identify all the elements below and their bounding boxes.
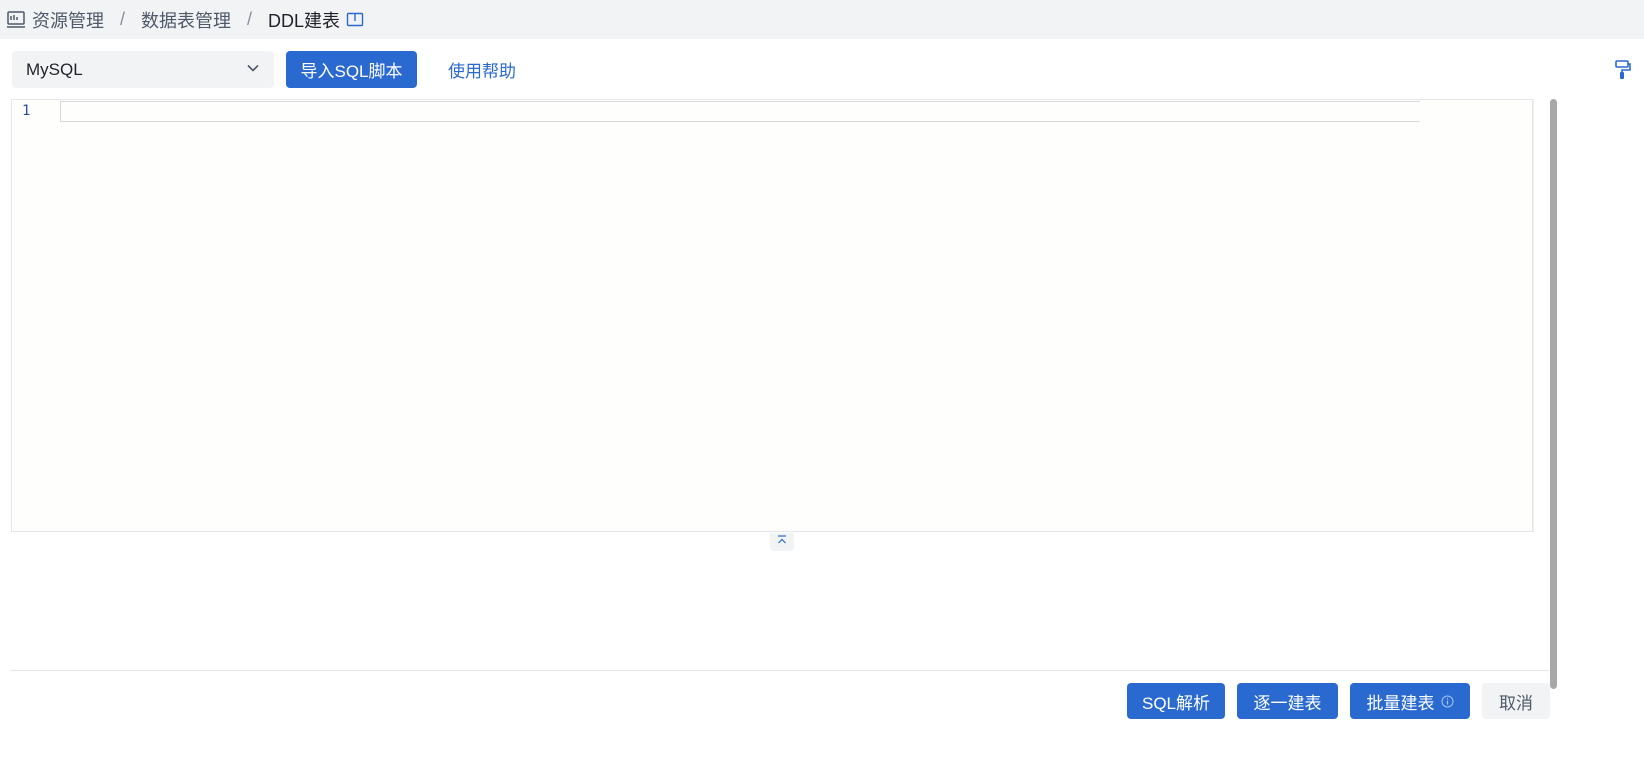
- import-sql-button[interactable]: 导入SQL脚本: [286, 51, 417, 88]
- breadcrumb-separator: /: [120, 9, 126, 29]
- collapse-panel-button[interactable]: [770, 533, 794, 551]
- page-scrollbar-thumb[interactable]: [1550, 99, 1557, 689]
- active-line[interactable]: [60, 101, 1420, 122]
- collapse-up-icon: [776, 533, 788, 551]
- footer-divider: [10, 670, 1550, 671]
- batch-create-button[interactable]: 批量建表: [1350, 683, 1470, 719]
- cancel-button[interactable]: 取消: [1482, 683, 1550, 719]
- batch-create-label: 批量建表: [1366, 693, 1435, 713]
- breadcrumb: 资源管理 / 数据表管理 / DDL建表: [0, 0, 1644, 39]
- doc-book-icon[interactable]: [346, 11, 364, 29]
- editor-toolbar: MySQL 导入SQL脚本 使用帮助: [12, 51, 1632, 89]
- chevron-down-icon: [246, 60, 260, 80]
- info-circle-icon: [1441, 695, 1454, 708]
- db-type-selected-value: MySQL: [26, 59, 83, 79]
- sql-editor[interactable]: 1: [11, 99, 1533, 532]
- format-brush-icon[interactable]: [1612, 59, 1632, 81]
- breadcrumb-resource-management[interactable]: 资源管理: [32, 7, 104, 33]
- breadcrumb-separator: /: [247, 9, 253, 29]
- resource-monitor-icon: [6, 10, 26, 30]
- sql-parse-button[interactable]: SQL解析: [1127, 683, 1225, 719]
- help-link[interactable]: 使用帮助: [448, 51, 516, 88]
- page-title: DDL建表: [268, 10, 341, 31]
- create-one-by-one-button[interactable]: 逐一建表: [1237, 683, 1338, 719]
- db-type-select[interactable]: MySQL: [12, 51, 274, 88]
- breadcrumb-table-management[interactable]: 数据表管理: [141, 7, 231, 33]
- line-number: 1: [22, 103, 31, 119]
